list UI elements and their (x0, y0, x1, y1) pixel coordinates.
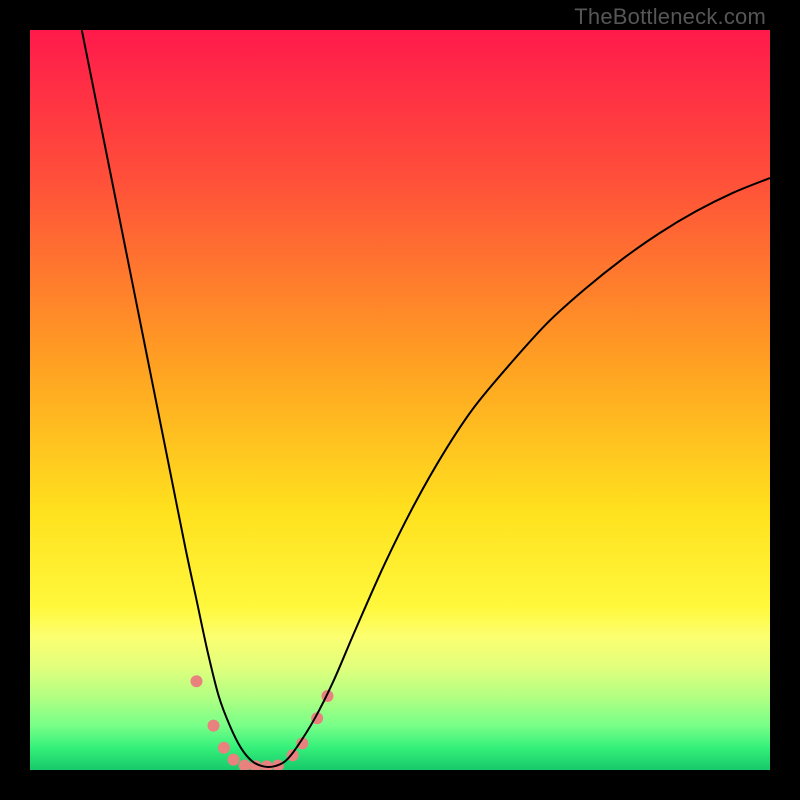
curve-layer (30, 30, 770, 770)
highlight-dot (218, 742, 230, 754)
chart-frame: TheBottleneck.com (0, 0, 800, 800)
highlight-dot (228, 754, 240, 766)
highlight-dot (239, 760, 251, 770)
plot-area (30, 30, 770, 770)
highlight-dot (191, 675, 203, 687)
bottleneck-curve (82, 30, 770, 767)
highlight-dot (208, 720, 220, 732)
watermark-text: TheBottleneck.com (574, 4, 766, 30)
